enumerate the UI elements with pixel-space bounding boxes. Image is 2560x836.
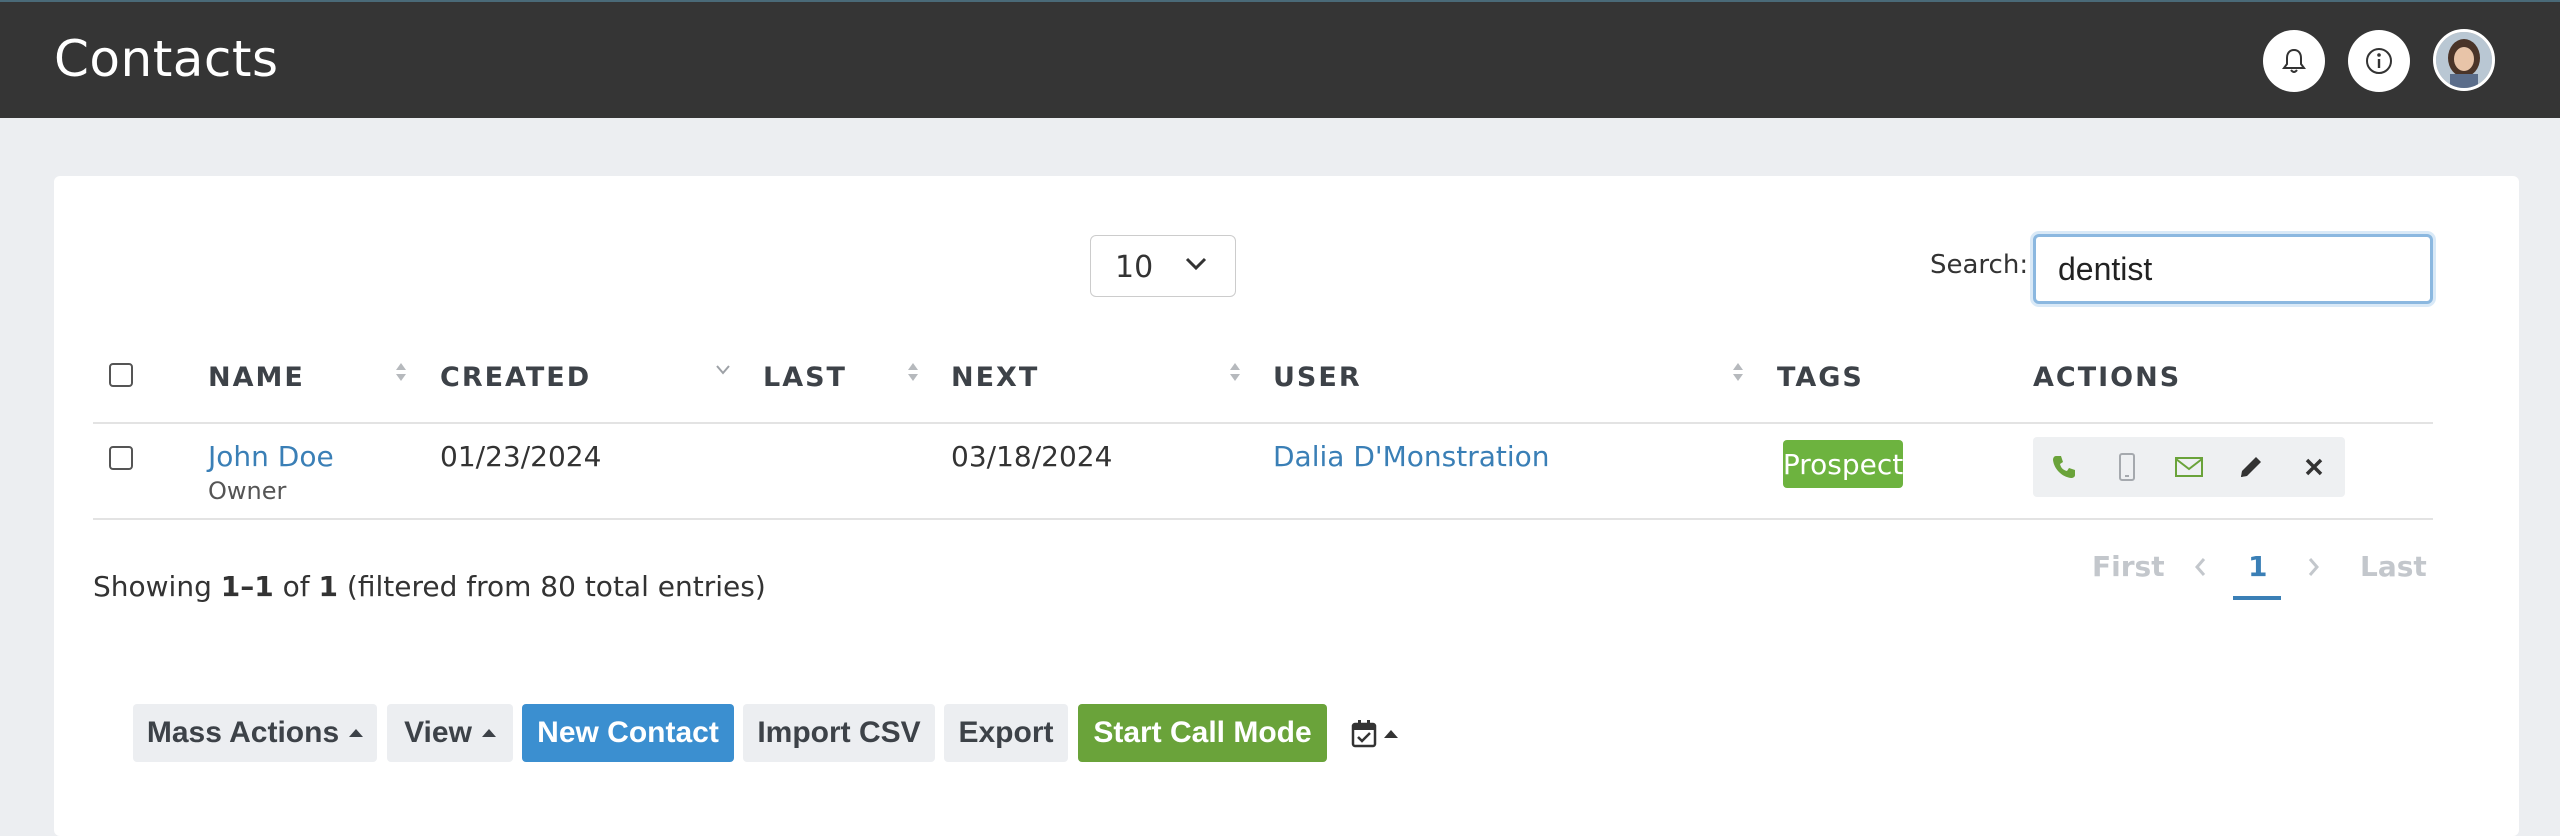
mobile-button[interactable]	[2095, 437, 2157, 497]
top-bar: Contacts	[0, 0, 2560, 118]
column-header-name[interactable]: NAME	[208, 362, 305, 393]
import-csv-button[interactable]: Import CSV	[743, 704, 935, 762]
pagination-first[interactable]: First	[2092, 550, 2165, 583]
bell-icon	[2282, 48, 2306, 73]
view-button[interactable]: View	[387, 704, 513, 762]
sort-icon[interactable]	[906, 360, 920, 384]
next-date: 03/18/2024	[951, 440, 1113, 473]
page-length-value: 10	[1115, 250, 1154, 285]
export-button[interactable]: Export	[944, 704, 1068, 762]
search-input[interactable]	[2033, 234, 2433, 304]
caret-up-icon	[481, 729, 496, 737]
page-title: Contacts	[54, 30, 279, 88]
row-actions	[2033, 437, 2345, 497]
call-button[interactable]	[2033, 437, 2095, 497]
email-button[interactable]	[2158, 437, 2220, 497]
avatar[interactable]	[2433, 29, 2495, 91]
search-label: Search:	[1930, 250, 2029, 280]
pagination-current-underline	[2233, 596, 2281, 600]
mass-actions-button[interactable]: Mass Actions	[133, 704, 377, 762]
column-header-next[interactable]: NEXT	[951, 362, 1039, 393]
column-header-created[interactable]: CREATED	[440, 362, 591, 393]
view-label: View	[404, 716, 472, 749]
row-checkbox[interactable]	[109, 446, 133, 470]
table-info-suffix: (filtered from 80 total entries)	[338, 570, 766, 603]
pagination-last[interactable]: Last	[2360, 550, 2427, 583]
sort-icon[interactable]	[1731, 360, 1745, 384]
calendar-check-icon	[1351, 720, 1377, 748]
header-divider	[93, 422, 2433, 424]
column-header-tags: TAGS	[1777, 362, 1864, 393]
row-divider	[93, 518, 2433, 520]
new-contact-button[interactable]: New Contact	[522, 704, 734, 762]
sort-desc-icon[interactable]	[716, 360, 730, 384]
table-info-of: of	[273, 570, 319, 603]
user-link[interactable]: Dalia D'Monstration	[1273, 440, 1550, 473]
page-length-select[interactable]: 10	[1090, 235, 1236, 297]
delete-button[interactable]	[2283, 437, 2345, 497]
calendar-dropdown-button[interactable]	[1350, 718, 1400, 750]
sort-icon[interactable]	[394, 360, 408, 384]
mobile-icon	[2118, 453, 2135, 481]
pagination-current[interactable]: 1	[2248, 550, 2267, 583]
select-all-checkbox[interactable]	[109, 363, 133, 387]
table-info-range: 1–1	[220, 570, 274, 603]
contact-name-link[interactable]: John Doe	[208, 440, 334, 473]
phone-icon	[2053, 456, 2076, 478]
start-call-mode-button[interactable]: Start Call Mode	[1078, 704, 1327, 762]
created-date: 01/23/2024	[440, 440, 602, 473]
status-badge[interactable]: Prospect	[1783, 440, 1903, 488]
notifications-button[interactable]	[2263, 30, 2325, 92]
table-info-prefix: Showing	[93, 570, 221, 603]
info-button[interactable]	[2348, 30, 2410, 92]
close-icon	[2305, 458, 2323, 476]
table-info: Showing 1–1 of 1 (filtered from 80 total…	[93, 570, 766, 603]
info-icon	[2366, 48, 2392, 74]
column-header-user[interactable]: USER	[1273, 362, 1362, 393]
chevron-left-icon[interactable]	[2193, 556, 2209, 578]
chevron-down-icon	[1185, 257, 1207, 271]
contact-role: Owner	[208, 477, 287, 505]
table-info-count: 1	[318, 570, 338, 603]
email-icon	[2175, 457, 2204, 477]
chevron-right-icon[interactable]	[2305, 556, 2321, 578]
caret-up-icon	[1384, 730, 1398, 738]
column-header-actions: ACTIONS	[2033, 362, 2182, 393]
edit-button[interactable]	[2220, 437, 2282, 497]
caret-up-icon	[349, 729, 364, 737]
mass-actions-label: Mass Actions	[146, 716, 340, 749]
edit-icon	[2241, 457, 2262, 477]
sort-icon[interactable]	[1228, 360, 1242, 384]
column-header-last[interactable]: LAST	[763, 362, 847, 393]
avatar-image	[2436, 32, 2492, 88]
